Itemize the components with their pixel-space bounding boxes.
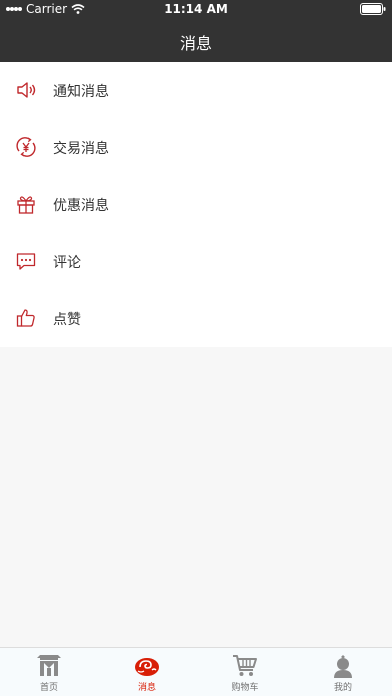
gift-icon xyxy=(17,196,35,214)
menu-item-label: 点赞 xyxy=(53,312,81,328)
tab-home[interactable]: 首页 xyxy=(0,648,98,696)
menu-item-label: 交易消息 xyxy=(53,141,109,157)
menu-item-label: 优惠消息 xyxy=(53,198,109,214)
tab-label: 购物车 xyxy=(231,683,259,693)
comment-icon xyxy=(16,253,36,270)
message-category-list: 通知消息 交易消息 优惠消息 评论 点赞 xyxy=(0,62,392,347)
status-time: 11:14 AM xyxy=(164,2,228,16)
yen-exchange-icon xyxy=(16,137,36,157)
status-bar: Carrier 11:14 AM xyxy=(0,0,392,20)
menu-item-comment[interactable]: 评论 xyxy=(0,233,392,290)
tab-label: 首页 xyxy=(39,683,58,693)
message-icon xyxy=(135,658,159,676)
menu-item-like[interactable]: 点赞 xyxy=(0,290,392,347)
tab-label: 我的 xyxy=(333,683,352,693)
menu-item-promotion[interactable]: 优惠消息 xyxy=(0,176,392,233)
tab-label: 消息 xyxy=(137,683,156,693)
tab-message[interactable]: 消息 xyxy=(98,648,196,696)
tab-mine[interactable]: 我的 xyxy=(294,648,392,696)
thumbs-up-icon xyxy=(16,309,35,327)
speaker-icon xyxy=(17,82,36,98)
menu-item-transaction[interactable]: 交易消息 xyxy=(0,119,392,176)
menu-item-label: 评论 xyxy=(53,255,81,271)
status-right xyxy=(360,3,386,15)
tab-bar: 首页 消息 购物车 我的 xyxy=(0,647,392,696)
page-title: 消息 xyxy=(179,34,212,53)
menu-item-label: 通知消息 xyxy=(53,84,109,100)
user-icon xyxy=(334,655,352,678)
cart-icon xyxy=(233,655,257,676)
battery-icon xyxy=(360,3,386,15)
menu-item-notification[interactable]: 通知消息 xyxy=(0,62,392,119)
home-icon xyxy=(37,655,61,676)
tab-cart[interactable]: 购物车 xyxy=(196,648,294,696)
navigation-bar: Carrier 11:14 AM 消息 xyxy=(0,0,392,62)
